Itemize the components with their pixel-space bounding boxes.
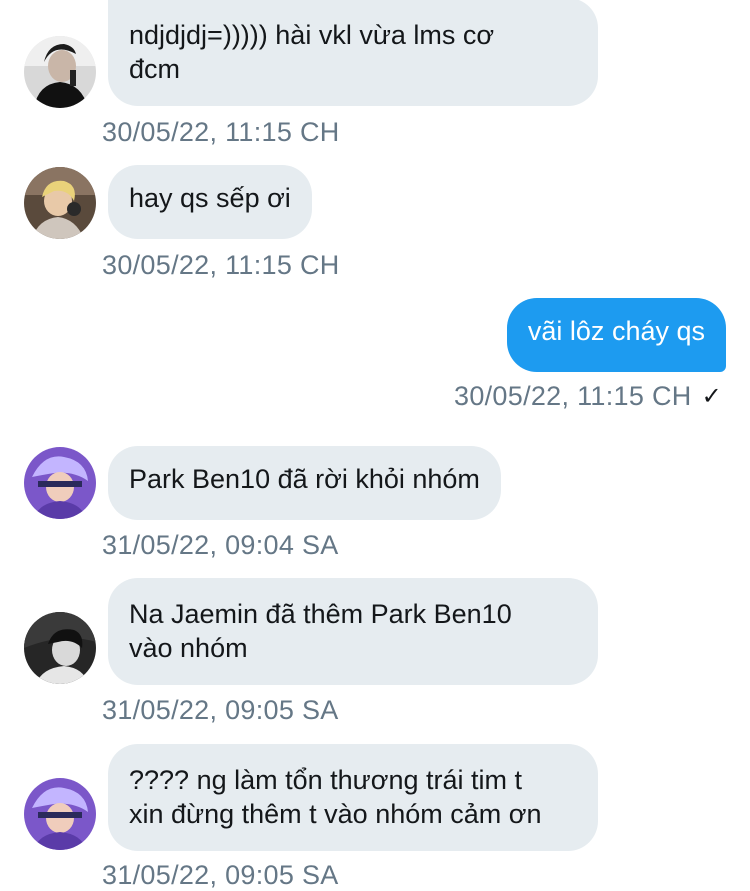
message-timestamp: 30/05/22, 11:15 CH — [102, 117, 340, 147]
avatar[interactable] — [24, 612, 96, 684]
avatar[interactable] — [24, 36, 96, 108]
message-bubble-outgoing[interactable]: vãi lôz cháy qs — [506, 298, 726, 372]
message-timestamp: 31/05/22, 09:05 SA — [102, 860, 339, 890]
message-timestamp: 30/05/22, 11:15 CH — [102, 250, 340, 280]
avatar[interactable] — [24, 167, 96, 239]
message-bubble[interactable]: Park Ben10 đã rời khỏi nhóm — [108, 446, 501, 520]
message-timestamp-outgoing: 30/05/22, 11:15 CH ✓ — [454, 381, 722, 412]
message-timestamp: 31/05/22, 09:05 SA — [102, 695, 339, 725]
message-bubble[interactable]: ???? ng làm tổn thương trái tim t xin đừ… — [108, 744, 598, 851]
avatar[interactable] — [24, 778, 96, 850]
message-bubble[interactable]: ndjdjdj=))))) hài vkl vừa lms cơ đcm — [108, 0, 598, 106]
avatar[interactable] — [24, 447, 96, 519]
message-bubble[interactable]: Na Jaemin đã thêm Park Ben10 vào nhóm — [108, 578, 598, 685]
message-bubble[interactable]: hay qs sếp ơi — [108, 165, 312, 239]
message-timestamp: 31/05/22, 09:04 SA — [102, 530, 339, 560]
read-receipt-check-icon: ✓ — [701, 383, 722, 410]
timestamp-text: 30/05/22, 11:15 CH — [454, 381, 692, 411]
